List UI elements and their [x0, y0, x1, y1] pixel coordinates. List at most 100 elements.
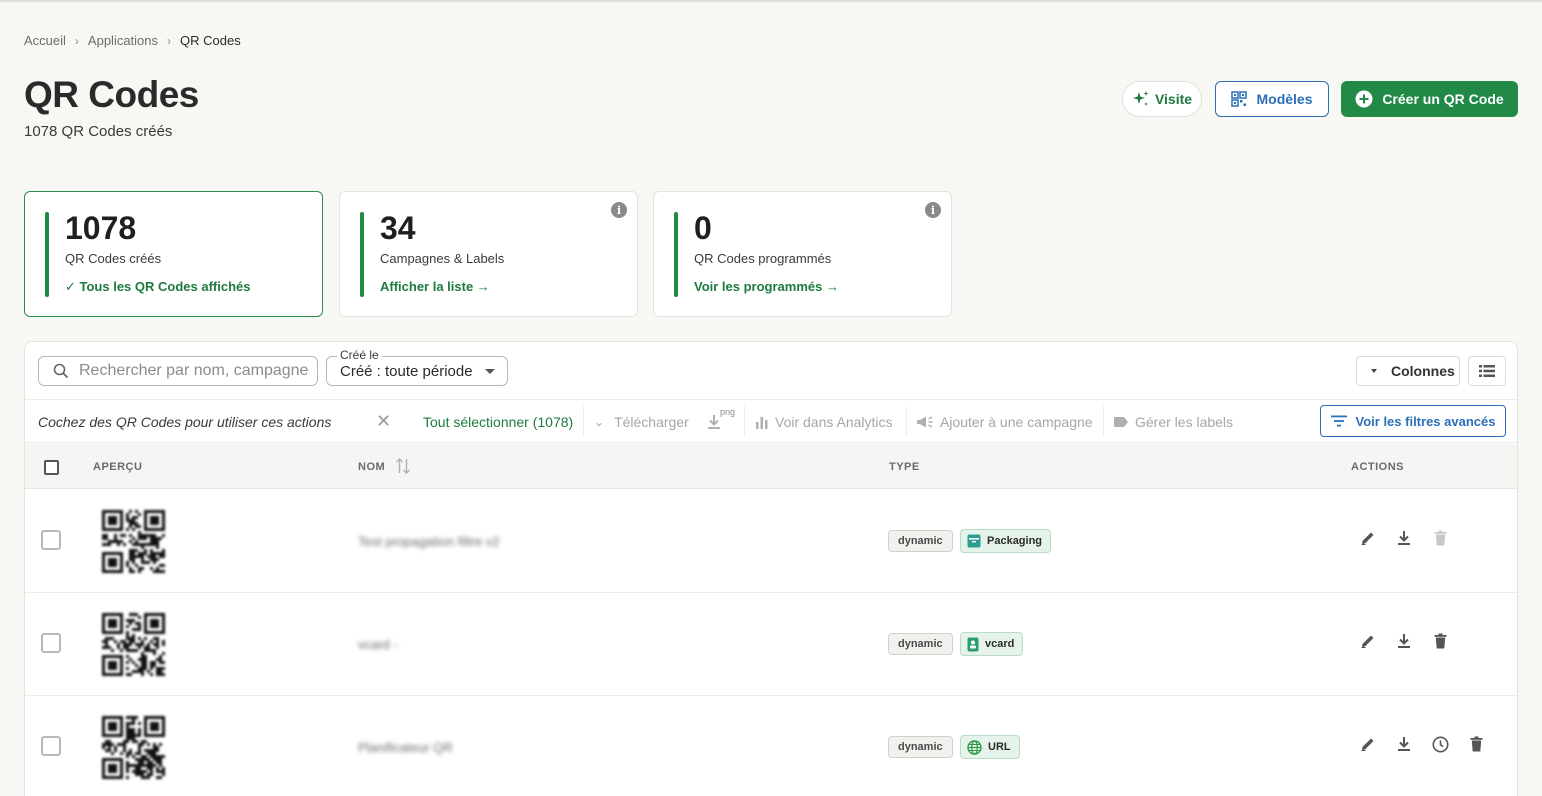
download-label: Télécharger	[614, 414, 689, 430]
delete-icon	[1431, 529, 1449, 547]
breadcrumb: Accueil › Applications › QR Codes	[24, 33, 241, 48]
advanced-filters-button[interactable]: Voir les filtres avancés	[1320, 405, 1506, 437]
breadcrumb-current: QR Codes	[180, 33, 241, 48]
list-view-icon	[1479, 365, 1495, 377]
label-tag-icon	[1114, 417, 1128, 427]
type-badge: URL	[960, 735, 1020, 759]
download-icon[interactable]	[1395, 529, 1413, 547]
stat-label: QR Codes créés	[65, 251, 162, 266]
row-checkbox[interactable]	[41, 633, 61, 653]
search-field[interactable]	[38, 356, 318, 386]
qr-name[interactable]: vcard -	[358, 637, 398, 652]
row-checkbox[interactable]	[41, 530, 61, 550]
info-icon[interactable]: i	[925, 202, 941, 218]
search-icon	[53, 363, 69, 379]
type-badge: vcard	[960, 632, 1024, 656]
schedule-clock-icon[interactable]	[1431, 735, 1449, 753]
table-row[interactable]: vcard - dynamic vcard	[25, 593, 1517, 696]
window-top-edge	[0, 0, 1542, 3]
modeles-button[interactable]: Modèles	[1215, 81, 1329, 117]
stat-link[interactable]: Afficher la liste →	[380, 279, 490, 294]
globe-icon	[967, 739, 982, 755]
stat-link[interactable]: ✓ Tous les QR Codes affichés	[65, 279, 250, 295]
column-header-actions: ACTIONS	[1351, 461, 1404, 473]
visite-label: Visite	[1154, 91, 1193, 107]
breadcrumb-applications[interactable]: Applications	[88, 33, 158, 48]
stat-value: 0	[694, 210, 712, 246]
manage-labels-label: Gérer les labels	[1135, 414, 1234, 430]
qr-preview[interactable]	[102, 716, 165, 779]
qr-table-panel: Créé le Créé : toute période Colonnes Co…	[24, 341, 1518, 796]
create-qr-button[interactable]: Créer un QR Code	[1341, 81, 1518, 117]
info-icon[interactable]: i	[611, 202, 627, 218]
analytics-action[interactable]: Voir dans Analytics	[755, 414, 893, 430]
download-icon[interactable]	[1395, 632, 1413, 650]
qr-preview[interactable]	[102, 510, 165, 573]
mode-badge: dynamic	[888, 736, 953, 758]
qr-code-thumbnail-image	[102, 510, 165, 573]
columns-label: Colonnes	[1391, 363, 1455, 379]
add-campaign-label: Ajouter à une campagne	[940, 414, 1093, 430]
close-icon[interactable]: ✕	[376, 411, 391, 432]
date-filter-select[interactable]: Créé le Créé : toute période	[326, 348, 508, 386]
card-accent-bar	[674, 212, 678, 297]
visite-button[interactable]: Visite	[1122, 81, 1202, 117]
table-row[interactable]: Planificateur QR dynamic URL	[25, 696, 1517, 796]
caret-down-icon	[485, 369, 495, 374]
divider	[1103, 406, 1104, 436]
download-icon[interactable]	[1395, 735, 1413, 753]
list-view-button[interactable]	[1468, 356, 1506, 386]
sparkle-icon	[1132, 91, 1149, 106]
qr-name[interactable]: Test propagation filtre v2	[358, 534, 500, 549]
table-row[interactable]: Test propagation filtre v2 dynamic Packa…	[25, 490, 1517, 593]
stat-value: 1078	[65, 210, 137, 246]
stat-value: 34	[380, 210, 416, 246]
package-icon	[967, 534, 981, 548]
sort-icon[interactable]	[395, 457, 411, 475]
qr-preview[interactable]	[102, 613, 165, 676]
edit-icon[interactable]	[1359, 735, 1377, 753]
caret-down-icon	[1371, 369, 1377, 373]
divider	[906, 406, 907, 436]
chevron-down-icon: ⌄	[594, 415, 605, 429]
analytics-label: Voir dans Analytics	[775, 414, 893, 430]
column-header-name[interactable]: NOM	[358, 461, 385, 473]
stat-link[interactable]: Voir les programmés →	[694, 279, 839, 294]
download-icon	[707, 415, 720, 429]
download-action[interactable]: ⌄ Télécharger	[594, 414, 721, 430]
breadcrumb-home[interactable]: Accueil	[24, 33, 66, 48]
date-filter-value: Créé : toute période	[340, 362, 473, 380]
row-checkbox[interactable]	[41, 736, 61, 756]
chevron-right-icon: ›	[74, 33, 79, 48]
column-header-preview: APERÇU	[93, 461, 143, 473]
search-input[interactable]	[79, 362, 309, 380]
delete-icon[interactable]	[1467, 735, 1485, 753]
select-all-checkbox[interactable]	[44, 460, 59, 475]
stat-card-scheduled[interactable]: 0 QR Codes programmés Voir les programmé…	[653, 191, 952, 317]
bulk-action-bar: Cochez des QR Codes pour utiliser ces ac…	[25, 399, 1517, 443]
filter-lines-icon	[1330, 415, 1347, 427]
type-label: Packaging	[987, 535, 1043, 547]
bar-chart-icon	[756, 417, 768, 429]
modeles-label: Modèles	[1256, 91, 1313, 107]
qr-name[interactable]: Planificateur QR	[358, 740, 453, 755]
table-header: APERÇU NOM TYPE ACTIONS	[25, 444, 1517, 489]
png-format-label: png	[720, 407, 736, 417]
create-qr-label: Créer un QR Code	[1382, 91, 1504, 107]
stat-label: Campagnes & Labels	[380, 251, 505, 266]
delete-icon[interactable]	[1431, 632, 1449, 650]
columns-button[interactable]: Colonnes	[1356, 356, 1460, 386]
add-campaign-action[interactable]: Ajouter à une campagne	[916, 414, 1093, 430]
card-accent-bar	[360, 212, 364, 297]
manage-labels-action[interactable]: Gérer les labels	[1113, 414, 1233, 430]
stat-card-created[interactable]: 1078 QR Codes créés ✓ Tous les QR Codes …	[24, 191, 323, 317]
stat-card-campaigns[interactable]: 34 Campagnes & Labels Afficher la liste …	[339, 191, 638, 317]
bulk-hint: Cochez des QR Codes pour utiliser ces ac…	[38, 414, 332, 430]
date-filter-label: Créé le	[337, 348, 382, 362]
divider	[583, 406, 584, 436]
card-accent-bar	[45, 212, 49, 297]
edit-icon[interactable]	[1359, 529, 1377, 547]
row-actions	[1359, 735, 1485, 753]
select-all-button[interactable]: Tout sélectionner (1078)	[423, 414, 573, 430]
edit-icon[interactable]	[1359, 632, 1377, 650]
